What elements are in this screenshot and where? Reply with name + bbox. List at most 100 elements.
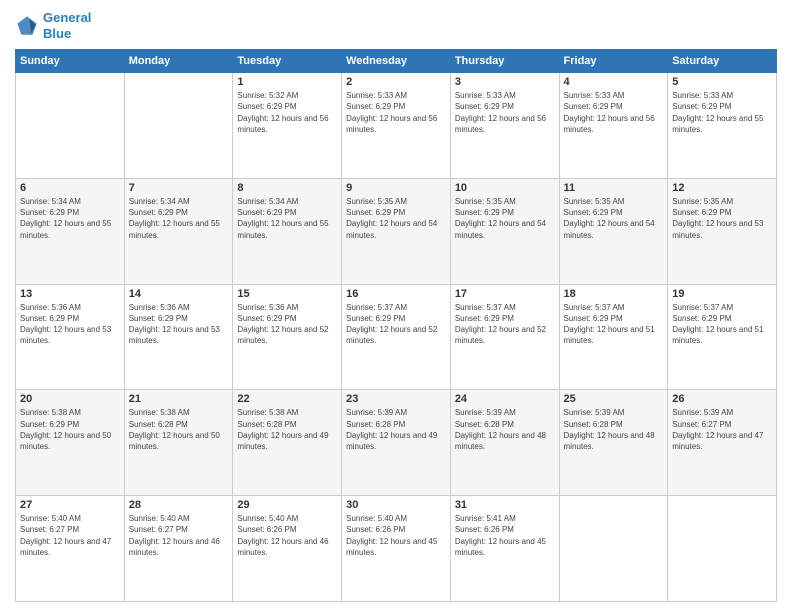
day-number: 31 bbox=[455, 499, 555, 511]
day-info: Sunrise: 5:33 AM Sunset: 6:29 PM Dayligh… bbox=[455, 90, 555, 135]
weekday-header: Monday bbox=[124, 50, 233, 73]
day-number: 23 bbox=[346, 393, 446, 405]
page: General Blue SundayMondayTuesdayWednesda… bbox=[0, 0, 792, 612]
calendar-cell: 27 Sunrise: 5:40 AM Sunset: 6:27 PM Dayli… bbox=[16, 496, 125, 602]
day-number: 20 bbox=[20, 393, 120, 405]
day-info: Sunrise: 5:34 AM Sunset: 6:29 PM Dayligh… bbox=[129, 196, 229, 241]
calendar-cell: 14 Sunrise: 5:36 AM Sunset: 6:29 PM Dayli… bbox=[124, 284, 233, 390]
day-info: Sunrise: 5:39 AM Sunset: 6:28 PM Dayligh… bbox=[346, 407, 446, 452]
calendar-cell: 15 Sunrise: 5:36 AM Sunset: 6:29 PM Dayli… bbox=[233, 284, 342, 390]
day-number: 24 bbox=[455, 393, 555, 405]
calendar-cell: 10 Sunrise: 5:35 AM Sunset: 6:29 PM Dayli… bbox=[450, 178, 559, 284]
weekday-header: Friday bbox=[559, 50, 668, 73]
day-number: 15 bbox=[237, 288, 337, 300]
day-info: Sunrise: 5:33 AM Sunset: 6:29 PM Dayligh… bbox=[564, 90, 664, 135]
day-number: 30 bbox=[346, 499, 446, 511]
day-info: Sunrise: 5:35 AM Sunset: 6:29 PM Dayligh… bbox=[564, 196, 664, 241]
calendar-cell: 29 Sunrise: 5:40 AM Sunset: 6:26 PM Dayli… bbox=[233, 496, 342, 602]
day-info: Sunrise: 5:40 AM Sunset: 6:27 PM Dayligh… bbox=[20, 513, 120, 558]
calendar-cell: 24 Sunrise: 5:39 AM Sunset: 6:28 PM Dayli… bbox=[450, 390, 559, 496]
day-number: 14 bbox=[129, 288, 229, 300]
day-info: Sunrise: 5:41 AM Sunset: 6:26 PM Dayligh… bbox=[455, 513, 555, 558]
day-number: 7 bbox=[129, 182, 229, 194]
calendar-cell bbox=[16, 73, 125, 179]
day-info: Sunrise: 5:40 AM Sunset: 6:27 PM Dayligh… bbox=[129, 513, 229, 558]
calendar-cell: 3 Sunrise: 5:33 AM Sunset: 6:29 PM Daylig… bbox=[450, 73, 559, 179]
day-number: 27 bbox=[20, 499, 120, 511]
calendar-cell: 31 Sunrise: 5:41 AM Sunset: 6:26 PM Dayli… bbox=[450, 496, 559, 602]
calendar-week-row: 6Sunrise: 5:34 AM Sunset: 6:29 PM Daylig… bbox=[16, 178, 777, 284]
weekday-header: Wednesday bbox=[342, 50, 451, 73]
day-info: Sunrise: 5:34 AM Sunset: 6:29 PM Dayligh… bbox=[237, 196, 337, 241]
day-info: Sunrise: 5:38 AM Sunset: 6:29 PM Dayligh… bbox=[20, 407, 120, 452]
calendar-cell: 16Sunrise: 5:37 AM Sunset: 6:29 PM Dayli… bbox=[342, 284, 451, 390]
calendar-cell: 5 Sunrise: 5:33 AM Sunset: 6:29 PM Daylig… bbox=[668, 73, 777, 179]
day-info: Sunrise: 5:32 AM Sunset: 6:29 PM Dayligh… bbox=[237, 90, 337, 135]
weekday-header: Thursday bbox=[450, 50, 559, 73]
day-number: 1 bbox=[237, 76, 337, 88]
day-number: 8 bbox=[237, 182, 337, 194]
day-number: 29 bbox=[237, 499, 337, 511]
weekday-header: Sunday bbox=[16, 50, 125, 73]
calendar-cell: 21 Sunrise: 5:38 AM Sunset: 6:28 PM Dayli… bbox=[124, 390, 233, 496]
calendar-cell: 30 Sunrise: 5:40 AM Sunset: 6:26 PM Dayli… bbox=[342, 496, 451, 602]
calendar-cell: 4 Sunrise: 5:33 AM Sunset: 6:29 PM Daylig… bbox=[559, 73, 668, 179]
logo-text: General Blue bbox=[43, 10, 91, 41]
day-number: 2 bbox=[346, 76, 446, 88]
calendar-cell: 22 Sunrise: 5:38 AM Sunset: 6:28 PM Dayli… bbox=[233, 390, 342, 496]
day-info: Sunrise: 5:33 AM Sunset: 6:29 PM Dayligh… bbox=[672, 90, 772, 135]
day-info: Sunrise: 5:36 AM Sunset: 6:29 PM Dayligh… bbox=[129, 302, 229, 347]
day-info: Sunrise: 5:37 AM Sunset: 6:29 PM Dayligh… bbox=[672, 302, 772, 347]
day-info: Sunrise: 5:35 AM Sunset: 6:29 PM Dayligh… bbox=[672, 196, 772, 241]
day-info: Sunrise: 5:36 AM Sunset: 6:29 PM Dayligh… bbox=[237, 302, 337, 347]
calendar-cell bbox=[559, 496, 668, 602]
day-number: 18 bbox=[564, 288, 664, 300]
day-info: Sunrise: 5:37 AM Sunset: 6:29 PM Dayligh… bbox=[346, 302, 446, 347]
day-number: 19 bbox=[672, 288, 772, 300]
calendar-cell: 8 Sunrise: 5:34 AM Sunset: 6:29 PM Daylig… bbox=[233, 178, 342, 284]
calendar-cell: 19 Sunrise: 5:37 AM Sunset: 6:29 PM Dayli… bbox=[668, 284, 777, 390]
calendar-cell: 23 Sunrise: 5:39 AM Sunset: 6:28 PM Dayli… bbox=[342, 390, 451, 496]
calendar-cell: 7 Sunrise: 5:34 AM Sunset: 6:29 PM Daylig… bbox=[124, 178, 233, 284]
calendar-cell: 17 Sunrise: 5:37 AM Sunset: 6:29 PM Dayli… bbox=[450, 284, 559, 390]
day-number: 22 bbox=[237, 393, 337, 405]
calendar-cell: 11 Sunrise: 5:35 AM Sunset: 6:29 PM Dayli… bbox=[559, 178, 668, 284]
calendar-cell: 28 Sunrise: 5:40 AM Sunset: 6:27 PM Dayli… bbox=[124, 496, 233, 602]
day-number: 17 bbox=[455, 288, 555, 300]
day-number: 12 bbox=[672, 182, 772, 194]
day-number: 28 bbox=[129, 499, 229, 511]
day-info: Sunrise: 5:40 AM Sunset: 6:26 PM Dayligh… bbox=[346, 513, 446, 558]
calendar-week-row: 13Sunrise: 5:36 AM Sunset: 6:29 PM Dayli… bbox=[16, 284, 777, 390]
day-number: 5 bbox=[672, 76, 772, 88]
calendar-cell: 13Sunrise: 5:36 AM Sunset: 6:29 PM Dayli… bbox=[16, 284, 125, 390]
calendar-week-row: 27 Sunrise: 5:40 AM Sunset: 6:27 PM Dayli… bbox=[16, 496, 777, 602]
day-info: Sunrise: 5:39 AM Sunset: 6:27 PM Dayligh… bbox=[672, 407, 772, 452]
calendar-cell: 25 Sunrise: 5:39 AM Sunset: 6:28 PM Dayli… bbox=[559, 390, 668, 496]
day-info: Sunrise: 5:34 AM Sunset: 6:29 PM Dayligh… bbox=[20, 196, 120, 241]
day-number: 25 bbox=[564, 393, 664, 405]
day-info: Sunrise: 5:39 AM Sunset: 6:28 PM Dayligh… bbox=[564, 407, 664, 452]
day-number: 11 bbox=[564, 182, 664, 194]
day-info: Sunrise: 5:35 AM Sunset: 6:29 PM Dayligh… bbox=[346, 196, 446, 241]
weekday-header: Tuesday bbox=[233, 50, 342, 73]
day-number: 4 bbox=[564, 76, 664, 88]
day-number: 21 bbox=[129, 393, 229, 405]
day-number: 3 bbox=[455, 76, 555, 88]
calendar-cell bbox=[124, 73, 233, 179]
day-number: 9 bbox=[346, 182, 446, 194]
day-info: Sunrise: 5:38 AM Sunset: 6:28 PM Dayligh… bbox=[129, 407, 229, 452]
calendar-week-row: 20 Sunrise: 5:38 AM Sunset: 6:29 PM Dayli… bbox=[16, 390, 777, 496]
calendar-cell: 20 Sunrise: 5:38 AM Sunset: 6:29 PM Dayli… bbox=[16, 390, 125, 496]
day-info: Sunrise: 5:40 AM Sunset: 6:26 PM Dayligh… bbox=[237, 513, 337, 558]
day-info: Sunrise: 5:38 AM Sunset: 6:28 PM Dayligh… bbox=[237, 407, 337, 452]
calendar-cell: 2Sunrise: 5:33 AM Sunset: 6:29 PM Daylig… bbox=[342, 73, 451, 179]
day-number: 10 bbox=[455, 182, 555, 194]
day-info: Sunrise: 5:35 AM Sunset: 6:29 PM Dayligh… bbox=[455, 196, 555, 241]
day-info: Sunrise: 5:37 AM Sunset: 6:29 PM Dayligh… bbox=[455, 302, 555, 347]
weekday-header: Saturday bbox=[668, 50, 777, 73]
calendar-cell: 1 Sunrise: 5:32 AM Sunset: 6:29 PM Daylig… bbox=[233, 73, 342, 179]
header: General Blue bbox=[15, 10, 777, 41]
day-info: Sunrise: 5:39 AM Sunset: 6:28 PM Dayligh… bbox=[455, 407, 555, 452]
calendar-cell: 12 Sunrise: 5:35 AM Sunset: 6:29 PM Dayli… bbox=[668, 178, 777, 284]
logo: General Blue bbox=[15, 10, 91, 41]
